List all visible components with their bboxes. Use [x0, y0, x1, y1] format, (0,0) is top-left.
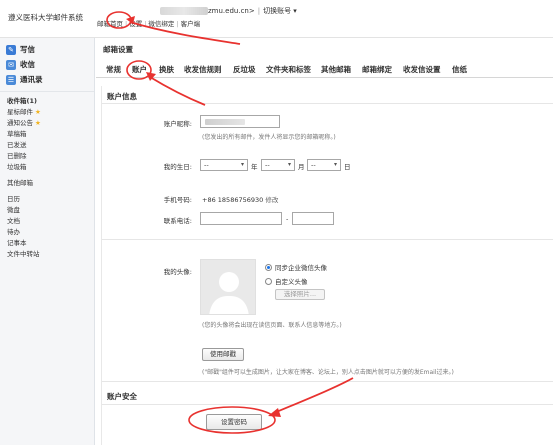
birth-year-select[interactable]: -- ▾	[200, 159, 248, 171]
sidebar-compose[interactable]: ✎ 写信	[0, 42, 94, 57]
tel-area-input[interactable]	[200, 212, 282, 225]
sidebar-item-notices[interactable]: 通知公告 ★	[0, 118, 94, 129]
client-link[interactable]: 客户端	[181, 20, 201, 28]
sidebar-item-deleted[interactable]: 已删除	[0, 151, 94, 162]
tab-general[interactable]: 常规	[106, 64, 121, 75]
phone-edit-link[interactable]: 修改	[265, 196, 278, 204]
divider	[102, 103, 553, 104]
phone-number: +86 18586756930	[202, 196, 264, 204]
birth-month-select[interactable]: -- ▾	[261, 159, 295, 171]
account-info-heading: 账户信息	[107, 92, 137, 101]
radio-unselected-icon	[265, 277, 272, 285]
star-icon: ★	[35, 119, 41, 127]
page-title: 邮箱设置	[103, 45, 133, 54]
nickname-label: 账户昵称:	[163, 120, 192, 128]
birth-day-value: --	[311, 161, 316, 169]
sidebar-inbox-label: 收信	[20, 60, 35, 69]
avatar-preview	[200, 259, 256, 315]
stamp-hint: ("邮戳"组件可以生成图片，让大家在博客、论坛上，别人点击图片就可以方便的发Em…	[202, 369, 454, 376]
radio-sync-label: 同步企业微信头像	[275, 264, 327, 272]
account-info: zmu.edu.cn> | 切换账号 ▾	[160, 6, 297, 16]
switch-account-link[interactable]: 切换账号 ▾	[263, 7, 297, 15]
main-content: 邮箱设置 常规 账户 换肤 收发信规则 反垃圾 文件夹和标签 其他邮箱 邮箱绑定…	[96, 38, 553, 445]
nickname-input[interactable]	[200, 115, 280, 128]
sidebar-item-other-mailboxes[interactable]: 其他邮箱	[0, 178, 94, 189]
star-icon: ★	[35, 108, 41, 116]
day-unit: 日	[344, 163, 351, 171]
account-security-heading: 账户安全	[107, 392, 137, 401]
compose-icon: ✎	[6, 44, 16, 55]
sidebar-contacts-label: 通讯录	[20, 75, 43, 84]
sidebar-item-sent[interactable]: 已发送	[0, 140, 94, 151]
tab-folders-labels[interactable]: 文件夹和标签	[266, 64, 311, 75]
chevron-down-icon: ▾	[287, 161, 291, 168]
month-unit: 月	[298, 163, 305, 171]
sidebar-compose-label: 写信	[20, 45, 35, 54]
account-name-redacted	[160, 7, 208, 15]
radio-selected-icon	[265, 263, 272, 271]
sidebar-item-inbox[interactable]: 收件箱(1)	[0, 96, 94, 107]
tel-label: 联系电话:	[163, 217, 192, 225]
birth-year-value: --	[204, 161, 209, 169]
chevron-down-icon: ▾	[240, 161, 244, 168]
sidebar-contacts[interactable]: ☰ 通讯录	[0, 72, 94, 87]
avatar-label: 我的头像:	[163, 268, 192, 276]
settings-tabs: 常规 账户 换肤 收发信规则 反垃圾 文件夹和标签 其他邮箱 邮箱绑定 收发信设…	[96, 58, 553, 78]
inbox-icon: ✉	[6, 59, 16, 70]
sidebar-item-todo[interactable]: 待办	[0, 227, 94, 238]
sidebar-inbox[interactable]: ✉ 收信	[0, 57, 94, 72]
default-avatar-icon	[209, 272, 249, 314]
tab-mailbox-binding[interactable]: 邮箱绑定	[362, 64, 392, 75]
tab-mail-rules[interactable]: 收发信规则	[184, 64, 222, 75]
account-settings-panel: 账户信息 账户昵称: (您发出的所有邮件，发件人将显示您的邮箱昵称。) 我的生日…	[101, 86, 553, 445]
radio-sync-wechat-avatar[interactable]: 同步企业微信头像	[265, 262, 327, 272]
sidebar-item-docs[interactable]: 文档	[0, 216, 94, 227]
divider	[102, 239, 553, 240]
year-unit: 年	[251, 163, 258, 171]
choose-photo-button[interactable]: 选择照片...	[275, 289, 325, 300]
tab-account[interactable]: 账户	[132, 64, 147, 75]
set-password-button[interactable]: 设置密码	[206, 414, 262, 430]
top-links: 邮箱首页 | 设置 | 微信绑定 | 客户端	[97, 20, 201, 28]
use-stamp-button[interactable]: 使用邮戳	[202, 348, 244, 361]
sidebar-item-drive[interactable]: 微盘	[0, 205, 94, 216]
sidebar: ✎ 写信 ✉ 收信 ☰ 通讯录 收件箱(1) 星标邮件 ★ 通知公告 ★ 草稿箱 已…	[0, 38, 95, 445]
divider	[102, 381, 553, 382]
sidebar-item-notices-label: 通知公告	[7, 119, 33, 127]
tel-separator: -	[286, 215, 289, 223]
contacts-icon: ☰	[6, 74, 16, 85]
birth-day-select[interactable]: -- ▾	[307, 159, 341, 171]
birthday-label: 我的生日:	[163, 163, 192, 171]
mail-home-link[interactable]: 邮箱首页	[97, 20, 123, 28]
account-domain: zmu.edu.cn>	[208, 7, 255, 15]
brand-title: 遵义医科大学邮件系统	[8, 13, 83, 22]
nickname-redacted	[205, 119, 245, 125]
nickname-hint: (您发出的所有邮件，发件人将显示您的邮箱昵称。)	[202, 134, 336, 141]
sidebar-item-starred-label: 星标邮件	[7, 108, 33, 116]
settings-link[interactable]: 设置	[129, 20, 142, 28]
sidebar-item-drafts[interactable]: 草稿箱	[0, 129, 94, 140]
top-bar: 遵义医科大学邮件系统 zmu.edu.cn> | 切换账号 ▾ 邮箱首页 | 设置 | 微信…	[0, 0, 553, 38]
tab-skin[interactable]: 换肤	[159, 64, 174, 75]
phone-label: 手机号码:	[163, 196, 192, 204]
sidebar-item-file-transfer[interactable]: 文件中转站	[0, 249, 94, 260]
tel-number-input[interactable]	[292, 212, 334, 225]
tab-send-receive[interactable]: 收发信设置	[403, 64, 441, 75]
wechat-bind-link[interactable]: 微信绑定	[148, 20, 174, 28]
tab-other-mailboxes[interactable]: 其他邮箱	[321, 64, 351, 75]
tab-stationery[interactable]: 信纸	[452, 64, 467, 75]
sidebar-item-notes[interactable]: 记事本	[0, 238, 94, 249]
chevron-down-icon: ▾	[333, 161, 337, 168]
divider	[102, 404, 553, 405]
birth-month-value: --	[265, 161, 270, 169]
radio-custom-avatar[interactable]: 自定义头像	[265, 276, 308, 286]
radio-custom-label: 自定义头像	[275, 278, 308, 286]
phone-value: +86 18586756930 修改	[202, 194, 278, 204]
avatar-hint: (您的头像将会出现在读信页面、联系人信息等地方。)	[202, 322, 342, 329]
sidebar-item-calendar[interactable]: 日历	[0, 194, 94, 205]
tab-anti-spam[interactable]: 反垃圾	[233, 64, 256, 75]
sidebar-item-spam[interactable]: 垃圾箱	[0, 162, 94, 173]
sidebar-item-starred[interactable]: 星标邮件 ★	[0, 107, 94, 118]
